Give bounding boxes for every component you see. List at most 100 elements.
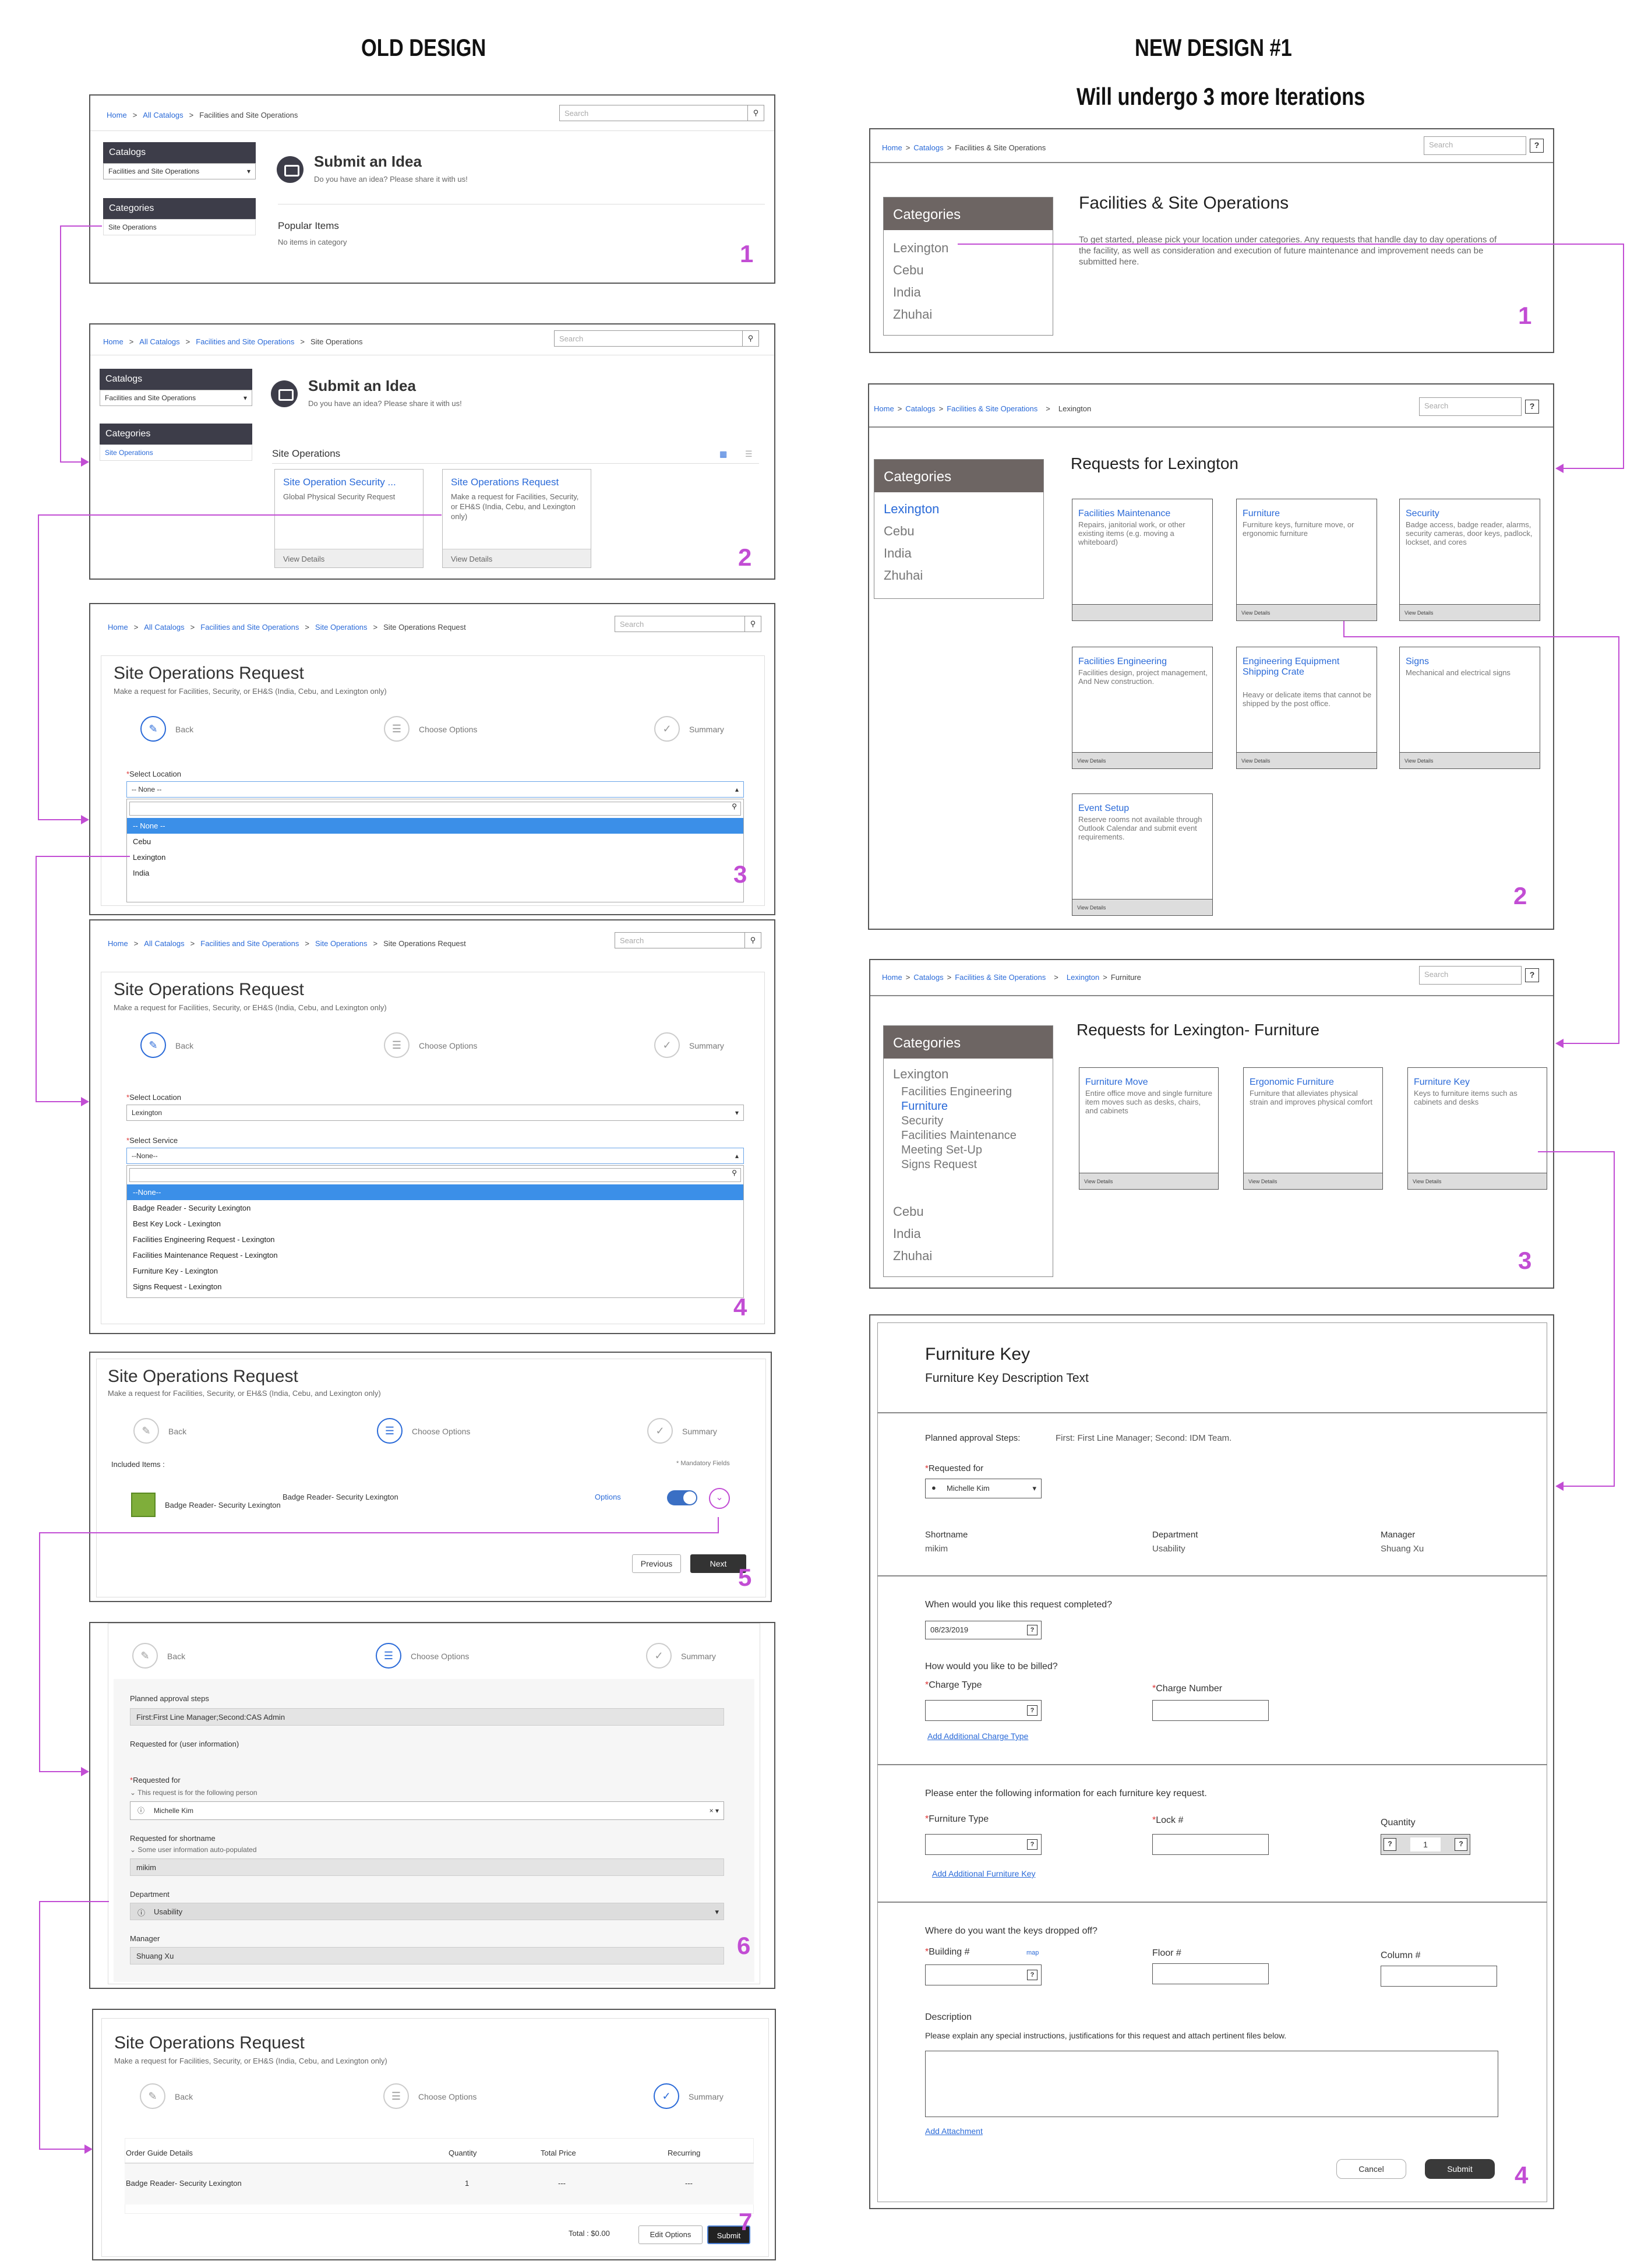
card-footer[interactable]: View Details xyxy=(1408,1173,1547,1189)
search-icon[interactable]: ⚲ xyxy=(744,933,761,948)
option-lexington[interactable]: Lexington xyxy=(127,849,743,865)
subcategory-facilities-maintenance[interactable]: Facilities Maintenance xyxy=(901,1129,1017,1142)
option-signs-request[interactable]: Signs Request - Lexington xyxy=(127,1279,743,1295)
requested-for-select[interactable]: ⓘ Michelle Kim × ▾ xyxy=(130,1801,724,1820)
crumb-all-catalogs[interactable]: All Catalogs xyxy=(143,111,183,119)
edit-options-button[interactable]: Edit Options xyxy=(638,2225,703,2244)
crumb-facilities[interactable]: Facilities and Site Operations xyxy=(196,337,294,346)
request-card[interactable]: Facilities Engineering Facilities design,… xyxy=(1072,647,1213,769)
chevron-down-icon[interactable]: ⌄ xyxy=(709,1488,730,1509)
category-zhuhai[interactable]: Zhuhai xyxy=(884,568,923,583)
card-title[interactable]: Facilities Maintenance xyxy=(1078,509,1208,519)
map-link[interactable]: map xyxy=(1026,1949,1039,1956)
crumb-catalogs[interactable]: Catalogs xyxy=(913,143,943,152)
crumb-catalogs[interactable]: Catalogs xyxy=(905,404,935,413)
add-furniture-key-link[interactable]: Add Additional Furniture Key xyxy=(932,1869,1035,1878)
subcategory-meeting-setup[interactable]: Meeting Set-Up xyxy=(901,1144,982,1157)
category-cebu[interactable]: Cebu xyxy=(893,1204,924,1219)
search-input[interactable]: Search xyxy=(1419,397,1522,416)
card-site-operation-security[interactable]: Site Operation Security ... Global Physi… xyxy=(274,469,424,568)
card-footer[interactable]: View Details xyxy=(1400,752,1540,768)
card-title[interactable]: Signs xyxy=(1406,657,1535,667)
search-input[interactable]: Search xyxy=(1424,136,1526,155)
request-card[interactable]: Furniture Furniture keys, furniture move,… xyxy=(1236,499,1377,621)
crumb-facilities[interactable]: Facilities and Site Operations xyxy=(200,939,299,948)
option-none[interactable]: -- None -- xyxy=(127,818,743,834)
category-lexington[interactable]: Lexington xyxy=(893,1067,948,1082)
subcategory-signs-request[interactable]: Signs Request xyxy=(901,1158,977,1172)
crumb-facilities[interactable]: Facilities and Site Operations xyxy=(200,623,299,632)
toggle-switch[interactable] xyxy=(667,1490,697,1505)
category-india[interactable]: India xyxy=(884,546,912,561)
catalog-select[interactable]: Facilities and Site Operations ▾ xyxy=(100,390,252,406)
category-india[interactable]: India xyxy=(893,285,921,300)
search-input[interactable]: Search ⚲ xyxy=(559,105,764,121)
submit-button[interactable]: Submit xyxy=(1425,2159,1495,2179)
request-card[interactable]: Ergonomic Furniture Furniture that allevi… xyxy=(1243,1067,1383,1190)
category-lexington[interactable]: Lexington xyxy=(884,502,939,517)
quantity-stepper[interactable]: ? 1? xyxy=(1381,1834,1470,1855)
card-footer[interactable]: View Details xyxy=(1400,604,1540,620)
card-title[interactable]: Furniture xyxy=(1243,509,1372,519)
previous-button[interactable]: Previous xyxy=(632,1554,681,1573)
option-best-key-lock[interactable]: Best Key Lock - Lexington xyxy=(127,1216,743,1232)
crumb-home[interactable]: Home xyxy=(882,143,902,152)
request-card[interactable]: Furniture Move Entire office move and sin… xyxy=(1079,1067,1219,1190)
request-card[interactable]: Security Badge access, badge reader, alar… xyxy=(1399,499,1540,621)
option-none[interactable]: --None-- xyxy=(127,1184,743,1200)
requested-for-select[interactable]: ● Michelle Kim ▾ xyxy=(925,1479,1042,1498)
back-step-icon[interactable]: ✎ xyxy=(132,1643,158,1669)
crumb-all-catalogs[interactable]: All Catalogs xyxy=(139,337,179,346)
option-furniture-key[interactable]: Furniture Key - Lexington xyxy=(127,1263,743,1279)
crumb-all-catalogs[interactable]: All Catalogs xyxy=(144,939,184,948)
grid-view-icon[interactable]: ▦ xyxy=(719,449,727,459)
add-attachment-link[interactable]: Add Attachment xyxy=(925,2126,983,2136)
card-title[interactable]: Ergonomic Furniture xyxy=(1250,1077,1378,1088)
crumb-home[interactable]: Home xyxy=(108,939,128,948)
card-title[interactable]: Furniture Key xyxy=(1414,1077,1542,1088)
step-back[interactable]: Back xyxy=(175,2092,193,2101)
category-zhuhai[interactable]: Zhuhai xyxy=(893,307,932,322)
back-step-icon[interactable]: ✎ xyxy=(140,1032,166,1058)
back-step-icon[interactable]: ✎ xyxy=(140,716,166,742)
subcategory-facilities-engineering[interactable]: Facilities Engineering xyxy=(901,1085,1012,1099)
location-dropdown[interactable]: ⚲ -- None -- Cebu Lexington India xyxy=(126,799,744,902)
charge-type-input[interactable]: ? xyxy=(925,1700,1042,1721)
search-input[interactable]: Search ⚲ xyxy=(615,616,761,632)
card-title[interactable]: Security xyxy=(1406,509,1535,519)
crumb-home[interactable]: Home xyxy=(107,111,127,119)
card-footer[interactable]: View Details xyxy=(1237,752,1377,768)
crumb-home[interactable]: Home xyxy=(882,973,902,982)
crumb-home[interactable]: Home xyxy=(103,337,123,346)
option-cebu[interactable]: Cebu xyxy=(127,834,743,849)
category-cebu[interactable]: Cebu xyxy=(884,524,915,539)
request-card[interactable]: Engineering Equipment Shipping Crate Heav… xyxy=(1236,647,1377,769)
step-back[interactable]: Back xyxy=(175,725,193,734)
request-card[interactable]: Furniture Key Keys to furniture items suc… xyxy=(1407,1067,1547,1190)
option-facilities-maintenance[interactable]: Facilities Maintenance Request - Lexingt… xyxy=(127,1247,743,1263)
search-icon[interactable]: ⚲ xyxy=(742,331,758,346)
crumb-home[interactable]: Home xyxy=(108,623,128,632)
card-footer[interactable]: View Details xyxy=(1072,752,1212,768)
crumb-site-operations[interactable]: Site Operations xyxy=(315,623,368,632)
column-input[interactable] xyxy=(1381,1966,1497,1987)
service-dropdown[interactable]: ⚲ --None-- Badge Reader - Security Lexin… xyxy=(126,1165,744,1298)
card-title[interactable]: Engineering Equipment Shipping Crate xyxy=(1243,657,1372,678)
card-footer[interactable]: View Details xyxy=(1079,1173,1218,1189)
card-site-operations-request[interactable]: Site Operations Request Make a request f… xyxy=(442,469,591,568)
card-title[interactable]: Furniture Move xyxy=(1085,1077,1213,1088)
crumb-all-catalogs[interactable]: All Catalogs xyxy=(144,623,184,632)
description-textarea[interactable] xyxy=(925,2051,1498,2117)
crumb-home[interactable]: Home xyxy=(874,404,894,413)
request-card[interactable]: Facilities Maintenance Repairs, janitoria… xyxy=(1072,499,1213,621)
search-input[interactable]: Search xyxy=(1419,966,1522,985)
help-icon[interactable]: ? xyxy=(1525,968,1539,982)
subcategory-security[interactable]: Security xyxy=(901,1114,943,1128)
crumb-site-operations[interactable]: Site Operations xyxy=(315,939,368,948)
category-site-operations[interactable]: Site Operations xyxy=(100,445,252,461)
crumb-facilities[interactable]: Facilities & Site Operations xyxy=(955,973,1046,982)
help-icon[interactable]: ? xyxy=(1525,400,1539,414)
option-india[interactable]: India xyxy=(127,865,743,881)
search-input[interactable]: Search ⚲ xyxy=(615,932,761,948)
category-lexington[interactable]: Lexington xyxy=(893,241,948,256)
